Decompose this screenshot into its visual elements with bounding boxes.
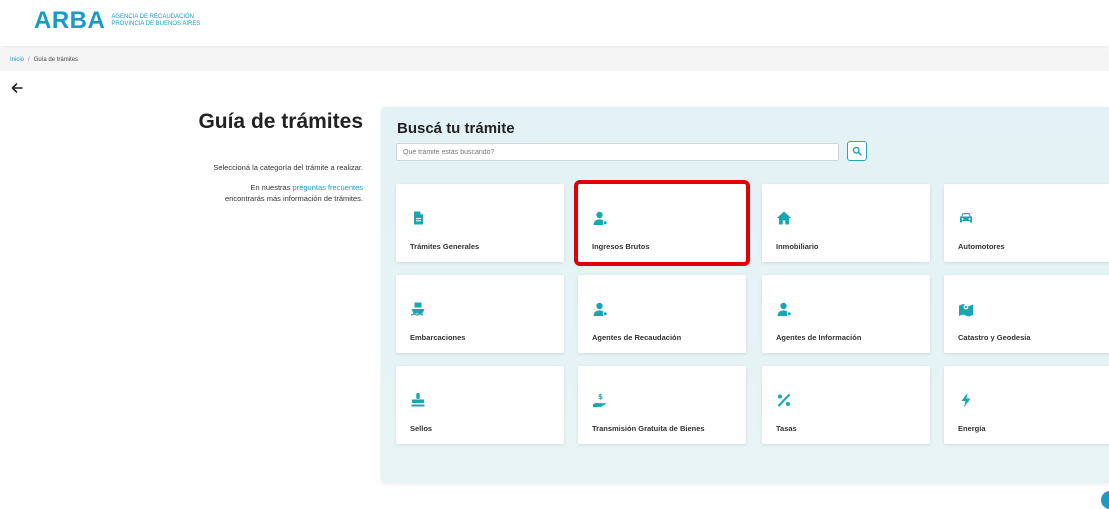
category-card[interactable]: Tasas [762, 366, 930, 444]
breadcrumb-separator: / [28, 57, 30, 63]
category-card-label: Energía [958, 424, 986, 433]
category-card[interactable]: Agentes de Recaudación [578, 275, 746, 353]
search-panel: Buscá tu trámite Trámites Generales Ingre… [381, 107, 1109, 483]
category-card[interactable]: Trámites Generales [396, 184, 564, 262]
document-icon [410, 210, 426, 226]
category-card-label: Agentes de Información [776, 333, 862, 342]
faq-text: En nuestras preguntas frecuentes encontr… [150, 182, 363, 204]
car-icon [958, 210, 974, 226]
faq-prefix: En nuestras [250, 183, 293, 192]
intro-column: Guía de trámites Seleccioná la categoría… [150, 110, 363, 204]
search-panel-title: Buscá tu trámite [397, 120, 515, 137]
category-card-label: Trámites Generales [410, 242, 480, 251]
logo-subtitle-line1: AGENCIA DE RECAUDACIÓN [111, 14, 195, 20]
category-card[interactable]: Agentes de Información [762, 275, 930, 353]
page-title: Guía de trámites [198, 110, 363, 133]
bolt-icon [958, 392, 974, 408]
search-icon [852, 146, 862, 156]
category-card[interactable]: $ Transmisión Gratuita de Bienes [578, 366, 746, 444]
user-tag-icon [592, 301, 608, 317]
help-bubble-icon[interactable] [1101, 491, 1109, 509]
logo-subtitle-line2: PROVINCIA DE BUENOS AIRES [111, 21, 201, 27]
ship-icon [410, 301, 426, 317]
category-card[interactable]: Ingresos Brutos [574, 180, 750, 266]
user-tag-icon [592, 210, 608, 226]
logo-subtitle: AGENCIA DE RECAUDACIÓN PROVINCIA DE BUEN… [111, 14, 200, 28]
breadcrumb-home-link[interactable]: Inicio [10, 57, 24, 63]
category-card[interactable]: Catastro y Geodesia [944, 275, 1109, 353]
faq-link[interactable]: preguntas frecuentes [293, 183, 363, 192]
stamp-icon [410, 392, 426, 408]
map-marker-icon [958, 301, 974, 317]
svg-text:$: $ [598, 393, 603, 401]
category-card[interactable]: Automotores [944, 184, 1109, 262]
category-card-label: Catastro y Geodesia [958, 333, 1031, 342]
category-card[interactable]: Embarcaciones [396, 275, 564, 353]
category-card-label: Transmisión Gratuita de Bienes [592, 424, 705, 433]
category-card[interactable]: Energía [944, 366, 1109, 444]
search-input[interactable] [396, 143, 839, 161]
category-card-label: Tasas [776, 424, 797, 433]
search-button[interactable] [847, 141, 867, 161]
intro-text: Seleccioná la categoría del trámite a re… [213, 163, 363, 172]
category-card-label: Automotores [958, 242, 1005, 251]
logo-wordmark: ARBA [34, 7, 106, 34]
site-header: ARBA AGENCIA DE RECAUDACIÓN PROVINCIA DE… [0, 0, 1109, 46]
category-card-label: Sellos [410, 424, 433, 433]
faq-suffix: encontrarás más información de trámites. [225, 194, 363, 203]
arba-logo[interactable]: ARBA AGENCIA DE RECAUDACIÓN PROVINCIA DE… [34, 9, 200, 33]
category-card-label: Inmobiliario [776, 242, 819, 251]
breadcrumb-current: Guía de trámites [33, 57, 79, 63]
category-card-label: Agentes de Recaudación [592, 333, 682, 342]
category-card-label: Ingresos Brutos [592, 242, 650, 251]
breadcrumb-items: Inicio / Guía de trámites [10, 57, 78, 63]
back-arrow-icon[interactable] [10, 81, 24, 95]
breadcrumb: Inicio / Guía de trámites [0, 49, 1109, 71]
user-tag-icon [776, 301, 792, 317]
house-icon [776, 210, 792, 226]
category-card[interactable]: Inmobiliario [762, 184, 930, 262]
category-card-label: Embarcaciones [410, 333, 466, 342]
percent-icon [776, 392, 792, 408]
hand-money-icon: $ [592, 392, 608, 408]
category-card[interactable]: Sellos [396, 366, 564, 444]
